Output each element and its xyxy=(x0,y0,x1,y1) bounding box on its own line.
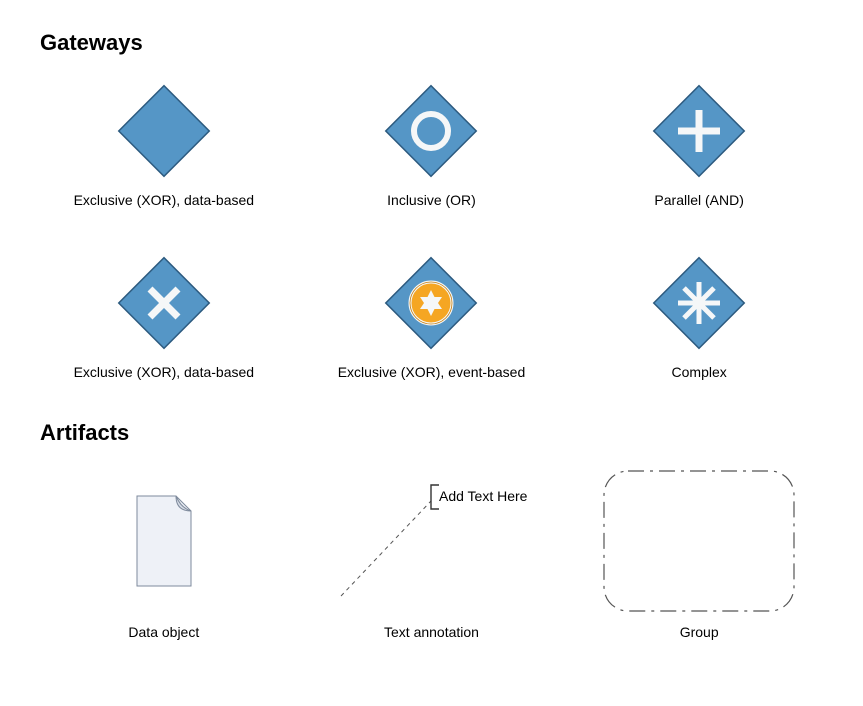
gateway-label: Complex xyxy=(672,364,727,380)
gateway-label: Inclusive (OR) xyxy=(387,192,476,208)
gateway-inclusive-or: Inclusive (OR) xyxy=(308,76,556,208)
gateway-label: Exclusive (XOR), data-based xyxy=(74,192,255,208)
diamond-asterisk-icon xyxy=(645,248,753,358)
diamond-plus-icon xyxy=(645,76,753,186)
gateway-exclusive-xor-data-marked: Exclusive (XOR), data-based xyxy=(40,248,288,380)
gateway-parallel-and: Parallel (AND) xyxy=(575,76,823,208)
gateway-label: Parallel (AND) xyxy=(654,192,743,208)
gateway-complex: Complex xyxy=(575,248,823,380)
artifact-label: Data object xyxy=(128,624,199,640)
diamond-event-icon xyxy=(377,248,485,358)
gateway-label: Exclusive (XOR), event-based xyxy=(338,364,526,380)
group-icon xyxy=(575,466,823,616)
gateways-grid: Exclusive (XOR), data-based Inclusive (O… xyxy=(40,76,823,380)
diamond-x-icon xyxy=(110,248,218,358)
page-icon xyxy=(40,466,288,616)
gateways-heading: Gateways xyxy=(40,30,823,56)
artifact-label: Text annotation xyxy=(384,624,479,640)
artifact-data-object: Data object xyxy=(40,466,288,640)
diamond-plain-icon xyxy=(110,76,218,186)
gateway-exclusive-xor-data: Exclusive (XOR), data-based xyxy=(40,76,288,208)
artifacts-grid: Data object Add Text Here Text annotatio… xyxy=(40,466,823,640)
artifact-group: Group xyxy=(575,466,823,640)
artifact-label: Group xyxy=(680,624,719,640)
gateway-label: Exclusive (XOR), data-based xyxy=(74,364,255,380)
annotation-placeholder: Add Text Here xyxy=(439,488,528,504)
artifacts-heading: Artifacts xyxy=(40,420,823,446)
diamond-circle-icon xyxy=(377,76,485,186)
artifact-text-annotation: Add Text Here Text annotation xyxy=(308,466,556,640)
gateway-exclusive-xor-event: Exclusive (XOR), event-based xyxy=(308,248,556,380)
annotation-icon: Add Text Here xyxy=(308,466,556,616)
